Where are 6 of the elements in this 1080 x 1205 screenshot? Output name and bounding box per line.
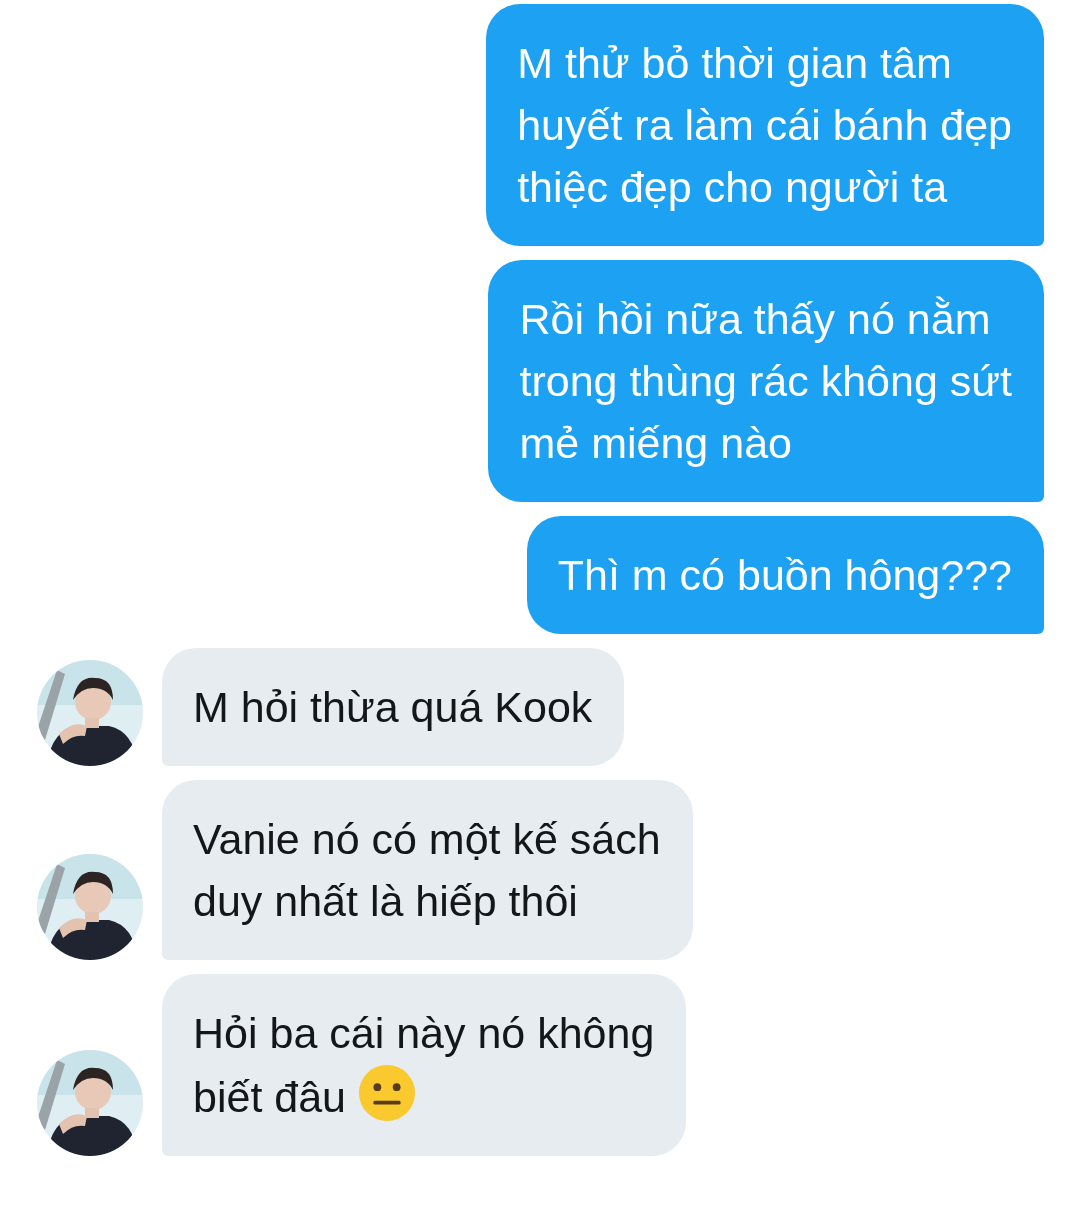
received-message: Vanie nó có một kế sách duy nhất là hiếp thôi (162, 780, 693, 960)
sent-message: Thì m có buồn hông??? (526, 516, 1044, 634)
sent-message: Rồi hồi nữa thấy nó nằm trong thùng rác không sứt mẻ miếng nào (488, 260, 1044, 502)
sent-message: M thử bỏ thời gian tâm huyết ra làm cái bánh đẹp thiệc đẹp cho người ta (486, 4, 1044, 246)
received-message: M hỏi thừa quá Kook (162, 648, 625, 766)
received-message: Hỏi ba cái này nó không biết đâu (162, 974, 687, 1156)
